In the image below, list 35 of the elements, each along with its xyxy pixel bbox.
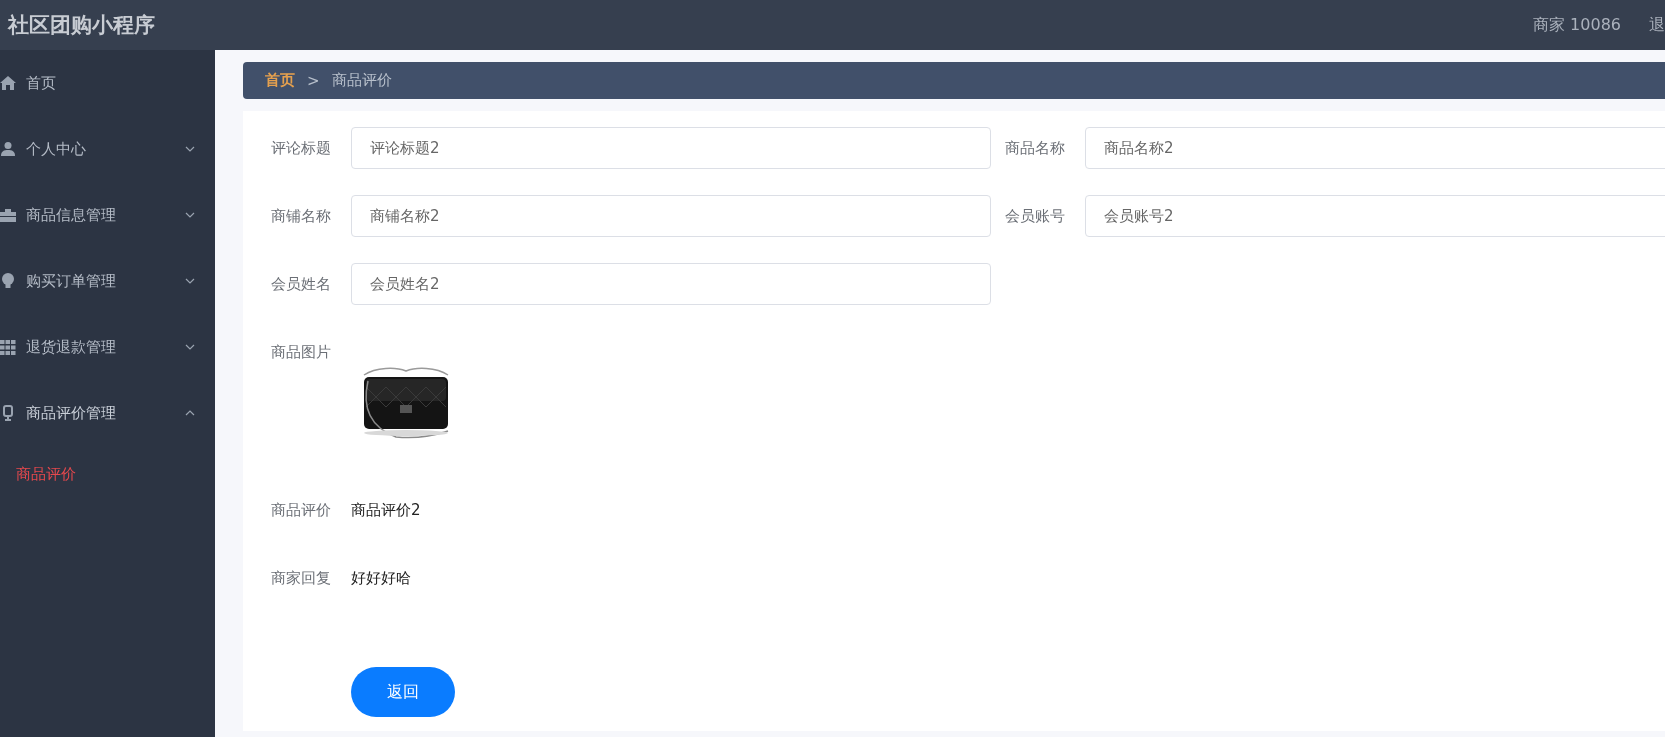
field-label: 会员姓名 [271,274,332,294]
field-label: 商品评价 [271,500,332,520]
text-field[interactable]: 会员账号2 [1085,195,1665,237]
text-field[interactable]: 商铺名称2 [351,195,991,237]
breadcrumb-link[interactable]: 首页 [265,71,295,90]
logout-link[interactable]: 退 [1649,14,1665,36]
user-label: 商家 10086 [1533,14,1621,36]
breadcrumb-separator: > [307,71,320,90]
field-label: 会员账号 [1005,206,1066,226]
menu-item[interactable]: 退货退款管理 [0,314,215,380]
user-icon [0,141,16,157]
briefcase-icon [0,207,16,223]
text-field[interactable]: 评论标题2 [351,127,991,169]
microphone-icon [0,405,16,421]
menu-item[interactable]: 购买订单管理 [0,248,215,314]
field-label: 商铺名称 [271,206,332,226]
field-value: 好好好哈 [351,568,411,588]
menu-item[interactable]: 商品评价管理 [0,380,215,446]
grid-icon [0,339,16,355]
menu-item[interactable]: 商品信息管理 [0,182,215,248]
field-value: 商品评价2 [351,500,421,520]
submenu-item[interactable]: 商品评价 [0,446,76,502]
field-label: 评论标题 [271,138,332,158]
app-title: 社区团购小程序 [8,12,155,39]
lightbulb-icon [0,273,16,289]
menu-item[interactable]: 个人中心 [0,116,215,182]
field-label: 商家回复 [271,568,332,588]
back-button[interactable]: 返回 [351,667,455,717]
field-label: 商品名称 [1005,138,1066,158]
home-icon [0,75,16,91]
breadcrumb-current: 商品评价 [331,71,392,90]
text-field[interactable]: 商品名称2 [1085,127,1665,169]
text-field[interactable]: 会员姓名2 [351,263,991,305]
menu-item[interactable]: 首页 [0,50,215,116]
field-label: 商品图片 [271,343,332,362]
